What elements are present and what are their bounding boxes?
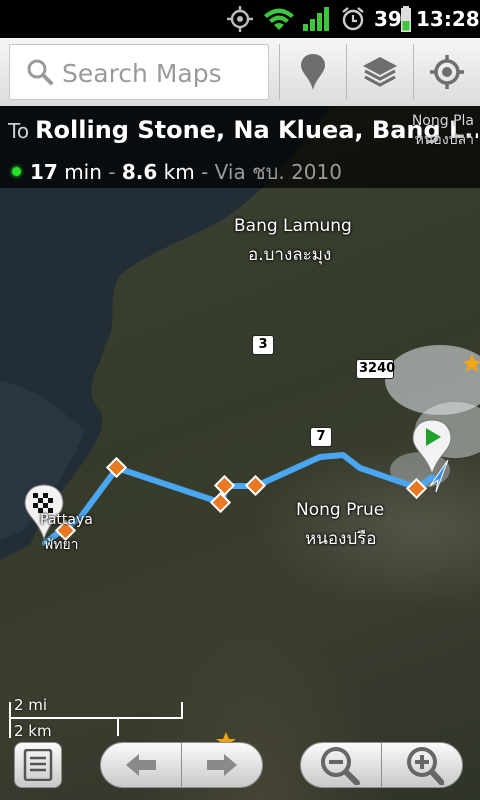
place-label-nong-prue-thai: หนองปรือ [305,529,377,549]
waypoint-marker[interactable] [244,474,267,497]
road-shield-7: 7 [310,427,332,447]
scale-miles: 2 mi [14,696,48,714]
arrow-right-icon [207,754,237,776]
separator: - [201,160,209,184]
separator: - [108,160,116,184]
via-route: Via ชบ. 2010 [214,160,342,184]
previous-step-button[interactable] [100,742,182,788]
place-label-bang-lamung-thai: อ.บางละมุง [248,245,332,265]
search-icon [27,59,53,85]
zoom-in-icon [407,747,444,785]
status-dot-icon [12,167,21,176]
route-summary: 17 min - 8.6 km - Via ชบ. 2010 [12,156,342,188]
map-view[interactable]: 3 3240 7 Bang Lamung อ.บางละมุง Nong Pru… [0,106,480,800]
duration-unit: min [64,160,102,184]
place-label-nong-prue: Nong Prue [296,500,385,520]
search-input[interactable]: Search Maps [9,44,269,100]
target-icon [430,55,464,89]
road-shield-3: 3 [252,335,274,355]
status-bar: 39 13:28 [0,0,480,38]
clock: 13:28 [416,7,480,31]
places-button[interactable] [280,38,346,106]
road-shield-3240: 3240 [356,359,395,379]
scale-km: 2 km [14,722,52,740]
zoom-out-button[interactable] [300,742,382,788]
to-label: To [8,119,30,143]
zoom-out-icon [321,747,360,785]
waypoint-marker[interactable] [213,474,236,497]
battery-percent: 39 [374,7,402,31]
place-label-bang-lamung: Bang Lamung [234,216,352,236]
arrow-left-icon [126,754,156,776]
layers-icon [363,57,397,87]
directions-list-button[interactable] [14,742,62,788]
place-label-pattaya: Pattaya [40,512,93,528]
signal-icon [302,0,330,38]
distance-value: 8.6 [121,160,158,184]
place-label-nong-pla: Nong Pla [411,113,474,129]
battery-icon [400,0,412,38]
destination-line: To Rolling Stone, Na Kluea, Bang L... [8,116,478,144]
my-location-button[interactable] [414,38,480,106]
directions-header[interactable]: To Rolling Stone, Na Kluea, Bang L... 17 … [0,106,480,188]
alarm-icon [340,0,368,38]
map-pin-icon [301,54,325,90]
waypoint-marker[interactable] [209,491,232,514]
place-label-nong-pla-thai: หนองปลา [414,132,474,148]
next-step-button[interactable] [181,742,263,788]
layers-button[interactable] [347,38,413,106]
gps-icon [226,0,254,38]
search-toolbar: Search Maps [0,38,480,107]
distance-unit: km [163,160,195,184]
zoom-in-button[interactable] [381,742,463,788]
wifi-icon [262,0,296,38]
place-label-pattaya-thai: พัทยา [44,537,79,553]
list-icon [23,749,53,781]
search-placeholder: Search Maps [62,59,222,88]
map-terrain [0,106,480,750]
duration-value: 17 [30,160,58,184]
